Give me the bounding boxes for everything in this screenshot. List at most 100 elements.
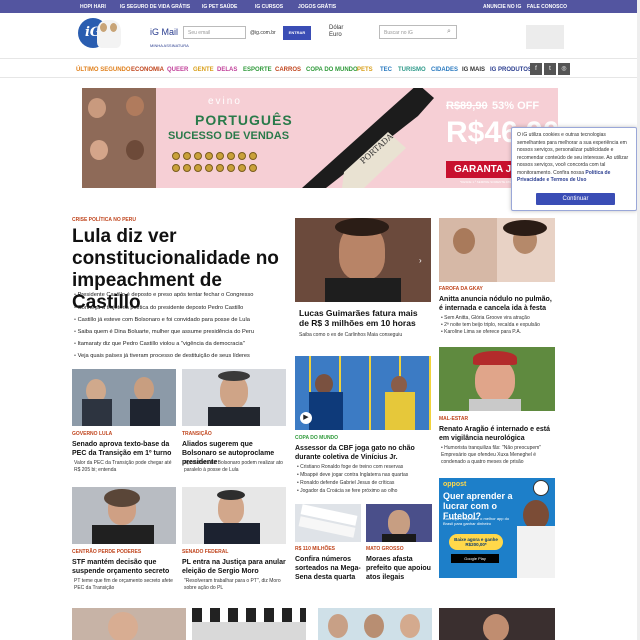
nav-item-gente[interactable]: GENTE	[193, 67, 214, 73]
search-input[interactable]: Buscar no iG	[379, 25, 457, 39]
bolsonaro-sub[interactable]: Apoiadores de Bolsonaro podem realizar a…	[184, 460, 288, 473]
nav-item-copa-do-mundo[interactable]: COPA DO MUNDO	[306, 67, 358, 73]
nav-item-ig-mais[interactable]: IG MAIS	[462, 67, 485, 73]
subscription-link[interactable]: MINHA ASSINATURA	[150, 43, 189, 48]
stf-title[interactable]: STF mantém decisão que suspende orçament…	[72, 558, 178, 576]
login-button[interactable]: ENTRAR	[283, 26, 311, 40]
nav-item-carros[interactable]: CARROS	[275, 67, 301, 73]
copa-kicker[interactable]: COPA DO MUNDO	[295, 435, 338, 441]
banner-headline: PORTUGUÊS	[195, 112, 293, 128]
bottom-photo-4[interactable]	[439, 608, 555, 640]
stf-photo[interactable]	[72, 487, 176, 544]
topbar-link-cursos[interactable]: IG CURSOS	[255, 4, 283, 10]
currency-dollar: Dólar	[329, 25, 344, 31]
instagram-icon[interactable]: ◎	[558, 63, 570, 75]
nav-item-economia[interactable]: ECONOMIA	[131, 67, 164, 73]
moro-kicker[interactable]: SENADO FEDERAL	[182, 549, 228, 555]
main-bullet[interactable]: Saiba quem é Dina Boluarte, mulher que a…	[74, 329, 284, 335]
moraes-kicker[interactable]: MATO GROSSO	[366, 546, 404, 552]
moraes-title[interactable]: Moraes afasta prefeito que apoiou atos i…	[366, 555, 432, 582]
award-medals	[172, 152, 268, 182]
nav-item-ig-produtos[interactable]: IG PRODUTOS	[490, 67, 532, 73]
lula-photo[interactable]	[72, 369, 176, 426]
right1-kicker[interactable]: FAROFA DA GKAY	[439, 286, 483, 292]
stf-kicker[interactable]: CENTRÃO PERDE PODERES	[72, 549, 141, 555]
renato-photo[interactable]	[439, 347, 555, 411]
chevron-right-icon[interactable]: ›	[419, 256, 422, 265]
email-input[interactable]: Seu email	[183, 26, 246, 39]
bottom-photo-3[interactable]	[318, 608, 432, 640]
play-icon[interactable]: ▶	[300, 412, 312, 424]
main-bullet[interactable]: Conheça a trajetória política do preside…	[74, 305, 284, 311]
banner-photo-collage	[82, 88, 156, 188]
moraes-photo[interactable]	[366, 504, 432, 542]
google-play-badge[interactable]: Google Play	[451, 554, 499, 563]
copa-bullet[interactable]: Mbappé deve jogar contra Inglaterra nas …	[297, 472, 408, 479]
right1-bullet[interactable]: Karoline Lima se oferece para P.A.	[441, 329, 521, 336]
cookie-text: O iG utiliza cookies e outras tecnologia…	[517, 132, 629, 176]
nav-item-esporte[interactable]: ESPORTE	[243, 67, 272, 73]
feature-photo[interactable]: ›	[295, 218, 431, 302]
malestar-bullet[interactable]: Empresário que ofendeu Xuxa Meneghel é c…	[441, 452, 557, 465]
main-bullet[interactable]: Castillo já esteve com Bolsonaro e foi c…	[74, 317, 284, 323]
feature-title[interactable]: Lucas Guimarães fatura mais de R$ 3 milh…	[299, 308, 429, 328]
megasena-title[interactable]: Confira números sorteados na Mega-Sena d…	[295, 555, 361, 582]
facebook-icon[interactable]: f	[530, 63, 542, 75]
topbar-link-hopihari[interactable]: HOPI HARI	[80, 4, 106, 10]
main-bullet[interactable]: Veja quais países já tiveram processo de…	[74, 353, 284, 359]
bolsonaro-kicker[interactable]: TRANSIÇÃO	[182, 431, 212, 437]
main-bullet[interactable]: Presidente Castillo é deposto e preso ap…	[74, 292, 284, 298]
nav-item-cidades[interactable]: CIDADES	[431, 67, 458, 73]
copa-bullet[interactable]: Jogador da Croácia se fere próximo ao ol…	[297, 488, 397, 495]
discount-badge: 53% OFF	[492, 100, 540, 112]
topbar-link-jogos[interactable]: JOGOS GRÁTIS	[298, 4, 336, 10]
lula-kicker[interactable]: GOVERNO LULA	[72, 431, 112, 437]
right1-bullet[interactable]: 2ª noite tem beijo triplo, recaída e exp…	[441, 322, 540, 329]
megasena-kicker[interactable]: R$ 110 MILHÕES	[295, 546, 335, 552]
copa-bullet[interactable]: Cristiano Ronaldo foge de treino com res…	[297, 464, 403, 471]
main-bullet[interactable]: Itamaraty diz que Pedro Castillo violou …	[74, 341, 284, 347]
right1-bullet[interactable]: Sem Anitta, Glória Groove vira atração	[441, 315, 530, 322]
feature-sub[interactable]: Saiba como o ex de Carlinhos Maia conseg…	[299, 332, 402, 338]
nav-item-turismo[interactable]: TURISMO	[398, 67, 426, 73]
ig-mail-title[interactable]: iG Mail	[150, 27, 178, 37]
malestar-bullet[interactable]: Humorista tranquiliza fãs: "Não preocupe…	[441, 445, 541, 452]
moro-sub[interactable]: "Resolveram trabalhar para o PT", diz Mo…	[184, 578, 288, 591]
right1-title[interactable]: Anitta anuncia nódulo no pulmão, é inter…	[439, 295, 557, 313]
topbar-link-contato[interactable]: FALE CONOSCO	[527, 4, 567, 10]
topbar-link-seguro[interactable]: IG SEGURO DE VIDA GRÁTIS	[120, 4, 190, 10]
anitta-photo[interactable]	[439, 218, 555, 282]
wine-bottle-image: PORTADA	[302, 88, 434, 188]
main-headline[interactable]: Lula diz ver constitucionalidade no impe…	[72, 226, 282, 314]
aoposta-ad[interactable]: oppost Quer aprender a lucrar com o Fute…	[439, 478, 555, 578]
main-kicker[interactable]: CRISE POLÍTICA NO PERU	[72, 217, 136, 223]
nav-item-tec[interactable]: TEC	[380, 67, 392, 73]
megasena-photo[interactable]	[295, 504, 361, 542]
topbar-link-pet[interactable]: IG PET SAÚDE	[202, 4, 237, 10]
lula-sub[interactable]: Valor da PEC da Transição pode chegar at…	[74, 460, 178, 473]
copa-bullet[interactable]: Ronaldo defende Gabriel Jesus de crítica…	[297, 480, 394, 487]
search-icon[interactable]: ⌕	[447, 28, 451, 36]
stf-sub[interactable]: PT teme que fim de orçamento secreto afe…	[74, 578, 178, 591]
topbar-link-anuncie[interactable]: ANUNCIE NO IG	[483, 4, 521, 10]
malestar-title[interactable]: Renato Aragão é internado e está em vigi…	[439, 425, 557, 443]
evino-ad-banner[interactable]: evino PORTUGUÊS SUCESSO DE VENDAS PORTAD…	[82, 88, 558, 188]
nav-item-pets[interactable]: PETS	[357, 67, 373, 73]
nav-item--ltimo-segundo[interactable]: ÚLTIMO SEGUNDO	[76, 67, 131, 73]
cookie-continue-button[interactable]: Continuar	[536, 193, 615, 205]
bolsonaro-photo[interactable]	[182, 369, 286, 426]
soccer-ball-icon	[533, 480, 549, 496]
twitter-icon[interactable]: t	[544, 63, 556, 75]
moro-photo[interactable]	[182, 487, 286, 544]
copa-title[interactable]: Assessor da CBF joga gato no chão durant…	[295, 444, 433, 462]
moro-title[interactable]: PL entra na Justiça para anular eleição …	[182, 558, 288, 576]
currency-rates: Dólar Euro	[329, 25, 343, 39]
bottom-photo-1[interactable]	[72, 608, 186, 640]
nav-item-queer[interactable]: QUEER	[167, 67, 188, 73]
lula-title[interactable]: Senado aprova texto-base da PEC da Trans…	[72, 440, 178, 458]
ad-cta-button[interactable]: Baixe agora e ganhe R$200,00*	[449, 534, 503, 550]
bottom-photo-2[interactable]	[192, 608, 306, 640]
nav-item-delas[interactable]: DELAS	[217, 67, 237, 73]
copa-video[interactable]: ▶	[295, 356, 431, 430]
malestar-kicker[interactable]: MAL-ESTAR	[439, 416, 468, 422]
